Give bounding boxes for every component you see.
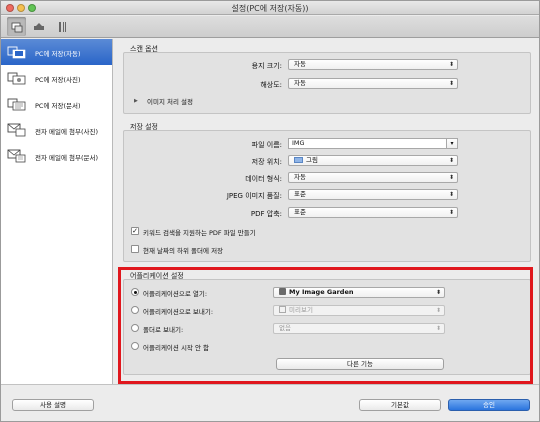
scan-from-computer-tab[interactable] — [7, 17, 26, 36]
tools-icon — [58, 21, 66, 32]
pdf-compression-select[interactable]: 표준 ⬍ — [288, 207, 458, 218]
instructions-button[interactable]: 사용 설명 — [12, 399, 94, 411]
scan-from-panel-tab[interactable] — [29, 17, 48, 36]
save-in-label: 저장 위치: — [251, 158, 282, 166]
paper-size-select[interactable]: 자동 ⬍ — [288, 59, 458, 70]
keyword-pdf-checkbox[interactable]: ✓ — [131, 227, 139, 235]
scanner-icon — [33, 22, 44, 30]
pdf-compression-label: PDF 압축: — [250, 210, 282, 218]
updown-arrow-icon: ⬍ — [448, 174, 454, 181]
ok-button[interactable]: 승인 — [448, 399, 530, 411]
sidebar-item-label: PC에 저장(자동) — [35, 50, 81, 58]
bottom-bar: 사용 설명 기본값 승인 — [1, 384, 539, 421]
pdf-compression-value: 표준 — [294, 208, 306, 216]
sidebar-item-label: PC에 저장(사진) — [35, 76, 81, 84]
date-subfolder-label: 현재 날짜의 하위 폴더에 저장 — [143, 247, 224, 255]
updown-arrow-icon: ⬍ — [448, 61, 454, 68]
updown-arrow-icon: ⬍ — [448, 157, 454, 164]
updown-arrow-icon: ⬍ — [448, 191, 454, 198]
sidebar-item-save-to-pc-document[interactable]: PC에 저장(문서) — [1, 91, 112, 117]
sidebar: PC에 저장(자동) PC에 저장(사진) PC에 저장(문서) 전자 메일에 … — [1, 39, 113, 384]
resolution-select[interactable]: 자동 ⬍ — [288, 78, 458, 89]
file-name-label: 파일 이름: — [251, 141, 282, 149]
date-subfolder-checkbox[interactable] — [131, 245, 139, 253]
data-format-label: 데이터 형식: — [245, 175, 282, 183]
paper-size-value: 자동 — [294, 60, 306, 68]
general-settings-tab[interactable] — [53, 17, 72, 36]
window-title: 설정(PC에 저장(자동)) — [231, 4, 309, 13]
keyword-pdf-label: 키워드 검색을 지원하는 PDF 파일 만들기 — [143, 229, 256, 237]
image-processing-settings-toggle[interactable]: 이미지 처리 설정 — [147, 96, 193, 106]
folder-icon — [294, 157, 303, 163]
sidebar-item-label: PC에 저장(문서) — [35, 102, 81, 110]
save-settings-group: 파일 이름: IMG ▾ 저장 위치: 그림 ⬍ 데이터 형식: 자동 ⬍ JPEG… — [123, 130, 531, 262]
defaults-button[interactable]: 기본값 — [359, 399, 441, 411]
jpeg-quality-select[interactable]: 표준 ⬍ — [288, 189, 458, 200]
data-format-select[interactable]: 자동 ⬍ — [288, 172, 458, 183]
sidebar-item-email-photo[interactable]: 전자 메일에 첨부(사진) — [1, 117, 112, 143]
jpeg-quality-label: JPEG 이미지 품질: — [226, 192, 282, 200]
sidebar-item-label: 전자 메일에 첨부(문서) — [35, 154, 99, 162]
computer-scan-icon — [11, 22, 22, 32]
updown-arrow-icon: ⬍ — [448, 209, 454, 216]
save-document-icon — [7, 98, 26, 111]
toolbar — [1, 16, 539, 38]
updown-arrow-icon: ⬍ — [448, 80, 454, 87]
save-in-value: 그림 — [306, 156, 318, 164]
settings-window: 설정(PC에 저장(자동)) PC에 저장(자동) PC에 저장(사진) PC에… — [0, 0, 540, 422]
save-in-select[interactable]: 그림 ⬍ — [288, 155, 458, 166]
save-to-pc-icon — [7, 46, 26, 59]
title-bar: 설정(PC에 저장(자동)) — [1, 1, 539, 15]
file-name-input[interactable]: IMG — [288, 138, 447, 149]
sidebar-item-save-to-pc-auto[interactable]: PC에 저장(자동) — [1, 39, 112, 65]
sidebar-item-label: 전자 메일에 첨부(사진) — [35, 128, 99, 136]
resolution-label: 해상도: — [260, 81, 282, 89]
disclosure-triangle-icon[interactable]: ▶ — [134, 98, 138, 104]
sidebar-item-email-document[interactable]: 전자 메일에 첨부(문서) — [1, 143, 112, 169]
email-document-icon — [7, 149, 26, 163]
save-photo-icon — [7, 72, 26, 85]
sidebar-item-save-to-pc-photo[interactable]: PC에 저장(사진) — [1, 65, 112, 91]
scan-options-group: 용지 크기: 자동 ⬍ 해상도: 자동 ⬍ ▶ 이미지 처리 설정 — [123, 52, 531, 114]
file-name-dropdown-button[interactable]: ▾ — [447, 138, 458, 149]
paper-size-label: 용지 크기: — [251, 62, 282, 70]
application-settings-highlight — [118, 267, 533, 384]
jpeg-quality-value: 표준 — [294, 190, 306, 198]
data-format-value: 자동 — [294, 173, 306, 181]
resolution-value: 자동 — [294, 79, 306, 87]
email-photo-icon — [7, 123, 26, 137]
